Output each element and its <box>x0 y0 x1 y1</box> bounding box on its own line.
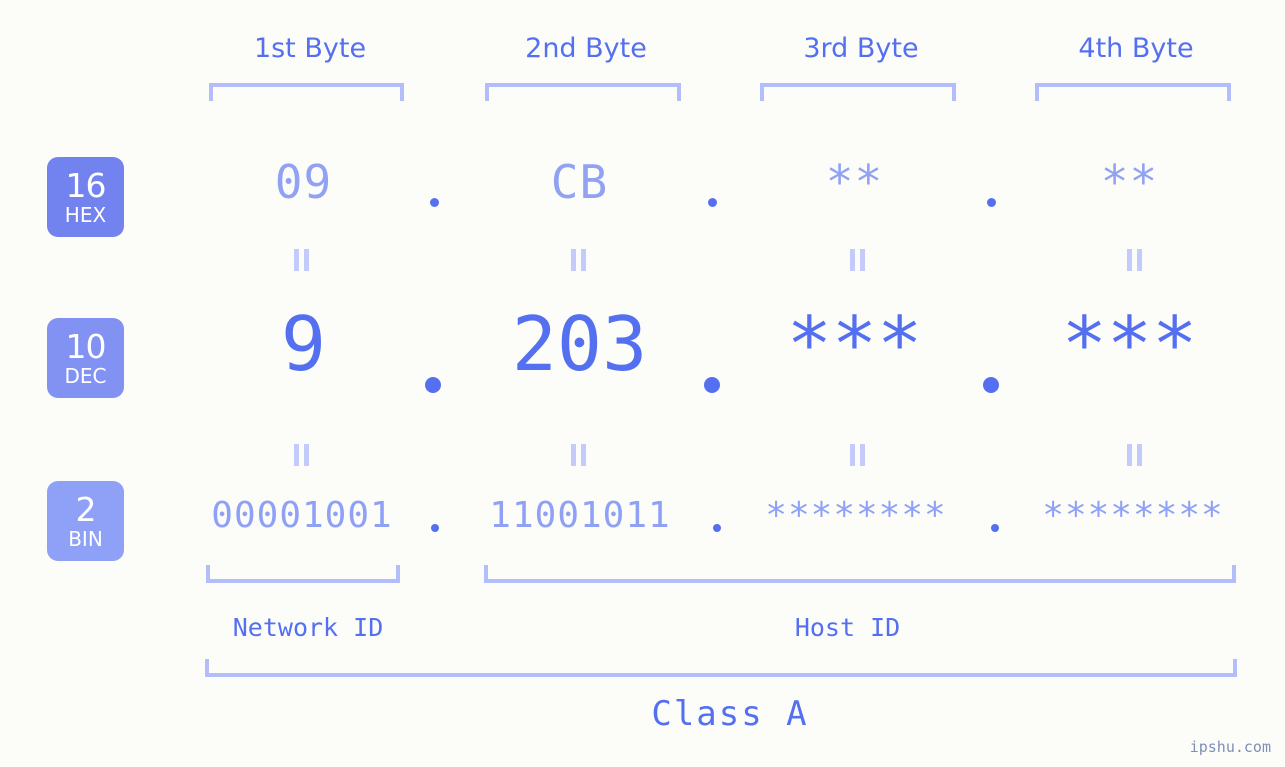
bin-separator-dot-3 <box>991 524 999 532</box>
dec-separator-dot-3 <box>983 377 999 393</box>
bin-byte-3: ******** <box>765 495 947 536</box>
base-badge-dec-name: DEC <box>64 364 107 388</box>
byte-header-1: 1st Byte <box>253 33 367 64</box>
dec-byte-4: *** <box>1061 300 1198 388</box>
base-badge-bin-number: 2 <box>75 490 97 529</box>
network-id-bracket <box>206 565 400 583</box>
dec-byte-1: 9 <box>280 300 327 388</box>
hex-byte-1: 09 <box>274 155 333 209</box>
bin-byte-4: ******** <box>1042 495 1224 536</box>
byte-bracket-top-1 <box>209 83 404 101</box>
hex-byte-3: ** <box>825 155 884 209</box>
class-bracket <box>205 659 1237 677</box>
site-watermark: ipshu.com <box>1189 738 1271 756</box>
host-id-label: Host ID <box>794 613 901 642</box>
base-badge-bin: 2 BIN <box>47 481 124 561</box>
equals-connector-hex-dec-2 <box>571 249 588 271</box>
bin-byte-1: 00001001 <box>211 495 393 536</box>
hex-byte-4: ** <box>1100 155 1159 209</box>
byte-header-4: 4th Byte <box>1078 33 1194 64</box>
equals-connector-hex-dec-4 <box>1127 249 1144 271</box>
base-badge-hex-number: 16 <box>65 166 107 205</box>
hex-separator-dot-3 <box>987 198 996 207</box>
host-id-bracket <box>484 565 1236 583</box>
bin-byte-2: 11001011 <box>489 495 671 536</box>
equals-connector-hex-dec-3 <box>850 249 867 271</box>
bin-separator-dot-1 <box>431 524 439 532</box>
dec-byte-2: 203 <box>511 300 648 388</box>
equals-connector-hex-dec-1 <box>294 249 311 271</box>
equals-connector-dec-bin-2 <box>571 444 588 466</box>
dec-separator-dot-1 <box>425 377 441 393</box>
byte-bracket-top-3 <box>760 83 956 101</box>
class-label: Class A <box>651 694 809 734</box>
dec-byte-3: *** <box>786 300 923 388</box>
hex-byte-2: CB <box>550 155 609 209</box>
equals-connector-dec-bin-3 <box>850 444 867 466</box>
base-badge-dec-number: 10 <box>65 327 107 366</box>
base-badge-hex-name: HEX <box>64 203 107 227</box>
base-badge-bin-name: BIN <box>68 527 103 551</box>
hex-separator-dot-2 <box>708 198 717 207</box>
hex-separator-dot-1 <box>430 198 439 207</box>
equals-connector-dec-bin-1 <box>294 444 311 466</box>
base-badge-dec: 10 DEC <box>47 318 124 398</box>
ip-address-breakdown-diagram: 1st Byte 2nd Byte 3rd Byte 4th Byte 16 H… <box>0 0 1285 767</box>
byte-header-2: 2nd Byte <box>525 33 647 64</box>
byte-header-3: 3rd Byte <box>803 33 919 64</box>
bin-separator-dot-2 <box>713 524 721 532</box>
byte-bracket-top-2 <box>485 83 681 101</box>
base-badge-hex: 16 HEX <box>47 157 124 237</box>
equals-connector-dec-bin-4 <box>1127 444 1144 466</box>
byte-bracket-top-4 <box>1035 83 1231 101</box>
network-id-label: Network ID <box>232 613 384 642</box>
dec-separator-dot-2 <box>704 377 720 393</box>
